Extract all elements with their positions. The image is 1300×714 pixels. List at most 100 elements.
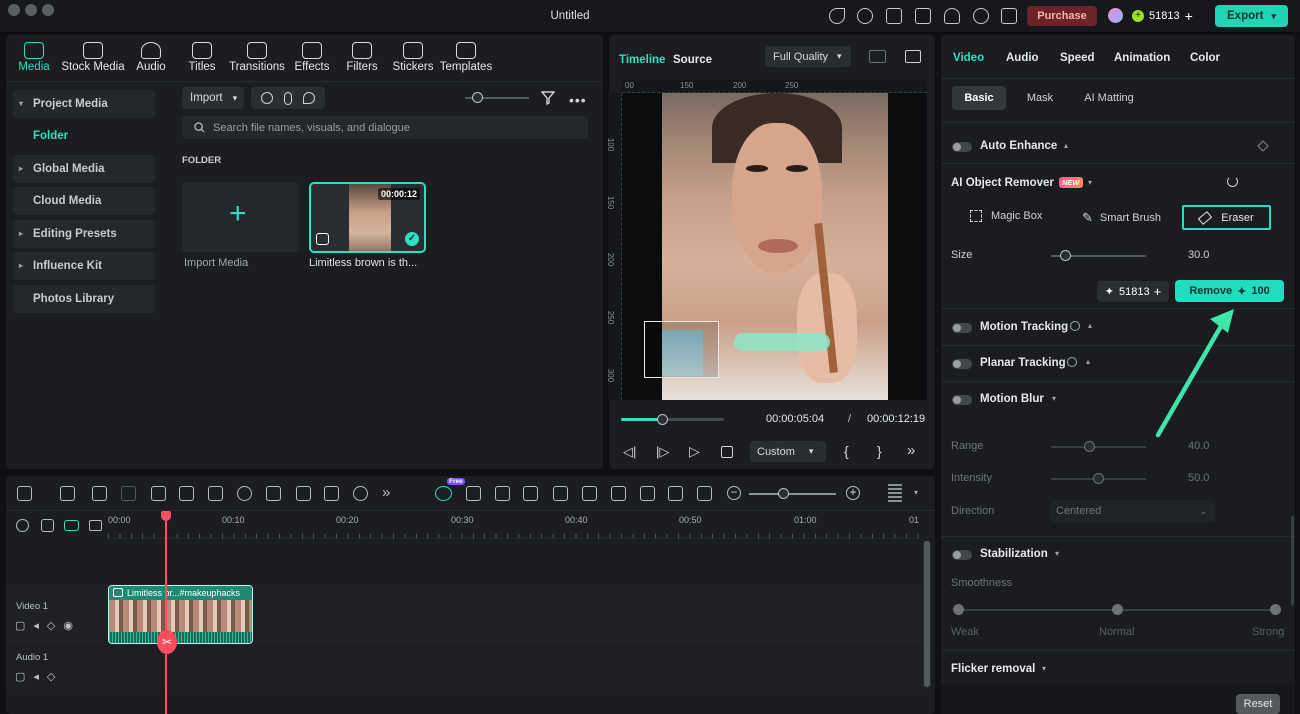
avatar[interactable] xyxy=(1108,8,1123,23)
magic-box-tool[interactable]: Magic Box xyxy=(970,210,1042,222)
microphone-icon[interactable] xyxy=(283,91,292,105)
intensity-slider-knob[interactable] xyxy=(1093,473,1104,484)
sidebar-item-folder[interactable]: Folder xyxy=(33,130,68,142)
timer-icon[interactable] xyxy=(353,486,368,501)
cut-icon[interactable] xyxy=(179,486,194,501)
caret-up-icon[interactable]: ▴ xyxy=(1088,321,1092,330)
record-screen-icon[interactable] xyxy=(260,92,273,104)
zoom-dropdown[interactable]: Custom ▾ xyxy=(750,441,826,462)
layout-icon[interactable] xyxy=(886,8,902,24)
playhead-line[interactable] xyxy=(165,512,167,714)
timeline-v-scroll-thumb[interactable] xyxy=(924,541,930,687)
credits-display[interactable]: + 51813 + xyxy=(1132,8,1193,24)
add-track-icon[interactable] xyxy=(89,520,102,531)
sidebar-item-cloud-media[interactable]: Cloud Media xyxy=(13,187,155,215)
motion-tracking-toggle[interactable] xyxy=(952,323,972,333)
magnet-icon[interactable] xyxy=(64,520,79,531)
search-input[interactable]: Search file names, visuals, and dialogue xyxy=(182,116,588,139)
pip-icon[interactable] xyxy=(668,486,683,501)
timeline-zoom-slider[interactable] xyxy=(749,493,836,495)
delete-icon[interactable] xyxy=(151,486,166,501)
smoothness-normal-stop[interactable] xyxy=(1112,604,1123,615)
speed-ramp-icon[interactable] xyxy=(553,486,568,501)
playback-progress-bar[interactable] xyxy=(621,418,724,421)
fit-icon[interactable] xyxy=(697,486,712,501)
inspector-tab-color[interactable]: Color xyxy=(1190,52,1220,64)
eraser-tool[interactable]: Eraser xyxy=(1182,205,1271,230)
sidebar-item-photos-library[interactable]: Photos Library xyxy=(13,285,155,313)
enhance-icon[interactable] xyxy=(523,486,538,501)
inspector-tab-audio[interactable]: Audio xyxy=(1006,52,1039,64)
remove-credits-display[interactable]: ✦ 51813 + xyxy=(1097,281,1169,302)
sidebar-item-editing-presets[interactable]: Editing Presets ▸ xyxy=(13,220,155,248)
audio-split-icon[interactable] xyxy=(466,486,481,501)
motion-blur-toggle[interactable] xyxy=(952,395,972,405)
zoom-in-icon[interactable]: + xyxy=(846,486,860,500)
grid-options-icon[interactable] xyxy=(888,484,902,502)
speed-icon[interactable] xyxy=(237,486,252,501)
export-frame-icon[interactable] xyxy=(495,486,510,501)
tab-source[interactable]: Source xyxy=(673,54,712,66)
mic-icon[interactable] xyxy=(611,486,626,501)
caret-down-icon[interactable]: ▾ xyxy=(1052,394,1056,403)
reset-button[interactable]: Reset xyxy=(1236,694,1280,714)
timeline-settings-icon[interactable] xyxy=(16,519,29,532)
inspector-tab-video[interactable]: Video xyxy=(953,52,984,64)
grid-view-icon[interactable] xyxy=(869,50,886,63)
select-icon[interactable] xyxy=(60,486,75,501)
more-options-icon[interactable]: ••• xyxy=(569,92,587,108)
timeline-video-clip[interactable]: Limitless br...#makeuphacks xyxy=(108,585,253,644)
gift-icon[interactable] xyxy=(1001,8,1017,24)
save-icon[interactable] xyxy=(915,8,931,24)
media-clip-thumbnail[interactable]: 00:00:12 ✓ xyxy=(309,182,426,253)
help-icon[interactable] xyxy=(1070,321,1080,331)
import-dropdown[interactable]: Import ▾ xyxy=(182,87,244,109)
range-slider[interactable] xyxy=(1051,446,1146,448)
quality-dropdown[interactable]: Full Quality ▾ xyxy=(765,46,851,67)
timeline-zoom-knob[interactable] xyxy=(778,488,789,499)
next-frame-icon[interactable]: |▷ xyxy=(656,444,669,460)
export-button[interactable]: Export ▾ xyxy=(1215,5,1288,27)
ai-voice-icon[interactable] xyxy=(303,92,316,104)
split-scissors-icon[interactable]: ✂ xyxy=(157,630,177,654)
purchase-button[interactable]: Purchase xyxy=(1027,6,1097,26)
text-icon[interactable] xyxy=(266,486,281,501)
inspector-tab-animation[interactable]: Animation xyxy=(1114,52,1170,64)
sidebar-item-project-media[interactable]: Project Media ▾ xyxy=(13,90,155,118)
filter-icon[interactable] xyxy=(541,90,555,106)
mask-icon[interactable] xyxy=(582,486,597,501)
stabilization-toggle[interactable] xyxy=(952,550,972,560)
import-media-tile[interactable]: + xyxy=(182,182,299,252)
send-icon[interactable] xyxy=(829,8,845,24)
remove-button[interactable]: Remove ✦ 100 xyxy=(1175,280,1284,302)
inspector-subtab-basic[interactable]: Basic xyxy=(952,86,1006,110)
smoothness-weak-stop[interactable] xyxy=(953,604,964,615)
caret-down-icon[interactable]: ▾ xyxy=(1042,664,1046,673)
inspector-tab-speed[interactable]: Speed xyxy=(1060,52,1095,64)
crop-icon[interactable] xyxy=(208,486,223,501)
mark-in-icon[interactable]: { xyxy=(844,443,849,459)
tab-timeline[interactable]: Timeline xyxy=(619,54,665,66)
cloud-upload-icon[interactable] xyxy=(944,8,960,24)
inspector-subtab-mask[interactable]: Mask xyxy=(1018,86,1062,110)
support-icon[interactable] xyxy=(857,8,873,24)
inspector-subtab-ai-matting[interactable]: AI Matting xyxy=(1074,86,1144,110)
more-controls-icon[interactable]: » xyxy=(907,442,915,459)
range-slider-knob[interactable] xyxy=(1084,441,1095,452)
minimap-frame[interactable] xyxy=(644,321,719,378)
caret-down-icon[interactable]: ▾ xyxy=(1055,549,1059,558)
smart-brush-tool[interactable]: ✎ Smart Brush xyxy=(1082,210,1161,226)
undo-icon[interactable] xyxy=(92,486,107,501)
snapshot-icon[interactable] xyxy=(905,50,921,63)
unlink-icon[interactable] xyxy=(41,519,54,532)
layout-icon[interactable] xyxy=(17,486,32,501)
shape-icon[interactable] xyxy=(296,486,311,501)
redo-icon[interactable] xyxy=(121,486,136,501)
caret-down-icon[interactable]: ▾ xyxy=(914,488,918,497)
caret-up-icon[interactable]: ▴ xyxy=(1086,357,1090,366)
direction-dropdown[interactable]: Centered ⌄ xyxy=(1050,500,1215,522)
headphones-icon[interactable] xyxy=(973,8,989,24)
sidebar-item-global-media[interactable]: Global Media ▸ xyxy=(13,155,155,183)
audio-track-controls[interactable]: ▢◂◇ xyxy=(15,670,63,683)
auto-enhance-toggle[interactable] xyxy=(952,142,972,152)
